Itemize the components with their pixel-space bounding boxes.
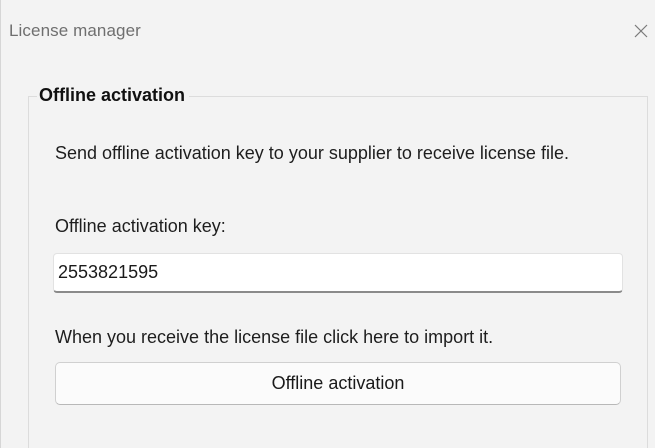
group-title: Offline activation bbox=[37, 85, 190, 106]
offline-activation-button[interactable]: Offline activation bbox=[55, 362, 621, 405]
close-icon bbox=[633, 23, 649, 39]
activation-key-value: 2553821595 bbox=[58, 262, 159, 282]
import-instructions-text: When you receive the license file click … bbox=[55, 327, 494, 347]
title-bar: License manager bbox=[1, 0, 655, 62]
license-manager-window: License manager Offline activation Send … bbox=[0, 0, 655, 448]
close-button[interactable] bbox=[626, 12, 655, 50]
instructions-text: Send offline activation key to your supp… bbox=[55, 143, 569, 163]
offline-activation-button-label: Offline activation bbox=[271, 373, 405, 393]
activation-key-field[interactable]: 2553821595 bbox=[53, 253, 623, 293]
activation-key-label: Offline activation key: bbox=[55, 216, 226, 236]
window-title: License manager bbox=[9, 21, 141, 40]
